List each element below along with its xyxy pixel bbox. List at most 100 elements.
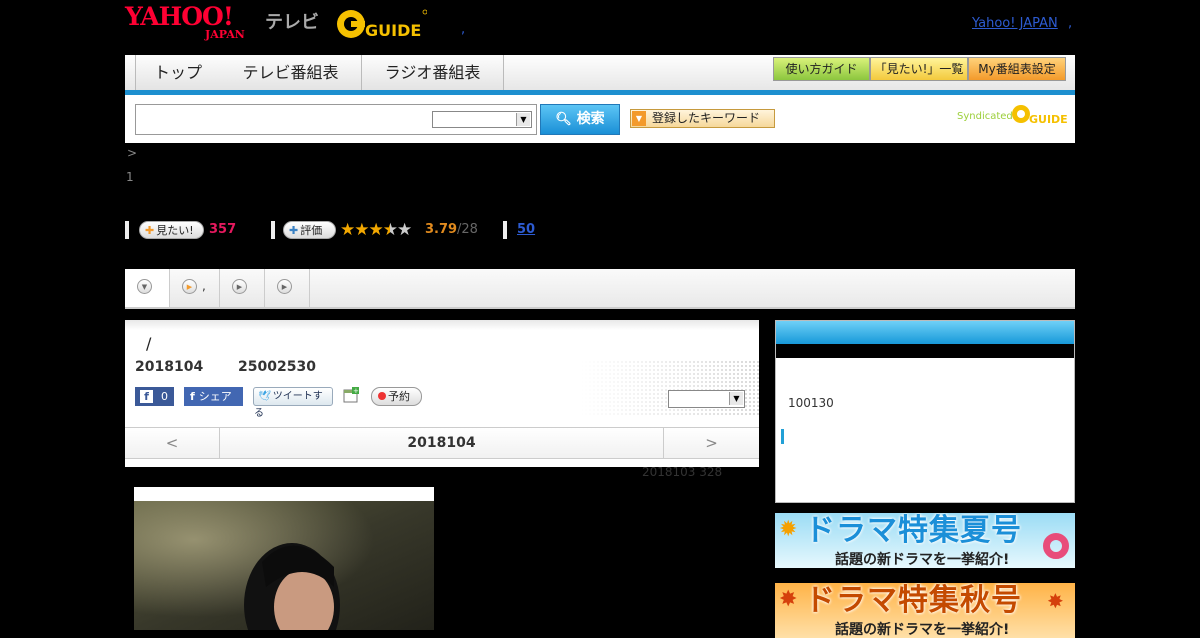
- stat-divider: [503, 221, 507, 239]
- stat-divider: [125, 221, 129, 239]
- g-guide-logo-text: GUIDE: [365, 21, 421, 40]
- facebook-icon: f: [190, 390, 195, 403]
- calendar-plus-sign: +: [353, 387, 359, 395]
- calendar-icon[interactable]: +: [343, 387, 359, 403]
- tab-3[interactable]: ▶: [220, 269, 265, 307]
- date-navigation: < 2018104 >: [125, 427, 759, 459]
- star-empty-icon: ★: [397, 220, 412, 240]
- tab-active[interactable]: ▼: [125, 269, 170, 307]
- syndicated-logo-hole: [1017, 110, 1025, 118]
- program-date: 2018104: [135, 359, 204, 375]
- want-count: 357: [209, 222, 237, 237]
- yahoo-logo-japan: JAPAN: [205, 28, 245, 41]
- tv-logo-text[interactable]: テレビ: [265, 8, 319, 34]
- tab-4[interactable]: ▶: [265, 269, 310, 307]
- search-bar: ▼ 🔍︎ 検索 ▼ 登録したキーワード Syndicated GUIDE: [125, 95, 1075, 143]
- record-dot-icon: [378, 392, 386, 400]
- main-nav-bar: トップ テレビ番組表 ラジオ番組表 使い方ガイド 「見たい!」一覧 My番組表設…: [125, 55, 1075, 95]
- want-list-button[interactable]: 「見たい!」一覧: [870, 57, 968, 81]
- saved-keywords-button[interactable]: ▼ 登録したキーワード: [630, 109, 775, 128]
- panel-top-shade: [125, 320, 759, 330]
- rating-total: /28: [457, 222, 478, 237]
- rate-button[interactable]: ✚ 評価: [283, 221, 336, 239]
- sidebar-value: 100130: [788, 396, 834, 410]
- float-ring-icon: [1043, 533, 1069, 559]
- sun-icon: ✹: [779, 517, 798, 542]
- reserve-button[interactable]: 予約: [371, 387, 422, 406]
- search-icon: 🔍︎: [555, 112, 572, 127]
- breadcrumb: >: [127, 146, 138, 160]
- play-icon: ▶: [182, 279, 197, 294]
- maple-leaf-icon: ✸: [779, 587, 798, 612]
- next-day-button[interactable]: >: [664, 428, 759, 458]
- tab-2[interactable]: ▶ ,: [170, 269, 220, 307]
- nav-tab-top[interactable]: トップ: [135, 55, 221, 90]
- aired-note: 2018103 328: [642, 465, 723, 479]
- chevron-down-icon: ▼: [729, 392, 743, 405]
- current-date: 2018104: [220, 428, 664, 458]
- plus-icon: ✚: [289, 224, 299, 237]
- maple-leaf-icon: ✸: [1047, 589, 1064, 613]
- drama-autumn-subtitle: 話題の新ドラマを一挙紹介!: [835, 622, 1010, 638]
- program-title: /: [146, 334, 152, 353]
- syndicated-text: Syndicated: [957, 111, 1013, 122]
- star-icon: ★: [340, 220, 355, 240]
- program-photo-image: [134, 487, 434, 630]
- sidebar-marker: [781, 429, 784, 444]
- program-photo: [134, 487, 434, 630]
- sidebar-header: [776, 321, 1074, 344]
- tab-2-label: ,: [202, 279, 206, 293]
- rate-label: 評価: [300, 224, 323, 237]
- facebook-share-button[interactable]: f シェア: [184, 387, 243, 406]
- drama-summer-banner[interactable]: ✹ ドラマ特集夏号 話題の新ドラマを一挙紹介!: [775, 513, 1075, 568]
- g-guide-logo[interactable]: GUIDE: [335, 7, 427, 40]
- rating-value: 3.79: [425, 222, 458, 237]
- search-button-label: 検索: [576, 111, 605, 127]
- chevron-down-icon: ▼: [632, 111, 646, 126]
- want-to-watch-button[interactable]: ✚ 見たい!: [139, 221, 204, 239]
- twitter-bird-icon: 🕊︎: [258, 391, 271, 402]
- sidebar-subheader: [776, 344, 1074, 358]
- stat-divider: [271, 221, 275, 239]
- comments-count-link[interactable]: 50: [517, 222, 535, 237]
- want-to-watch-label: 見たい!: [156, 224, 194, 237]
- my-listings-settings-button[interactable]: My番組表設定: [968, 57, 1066, 81]
- nav-tab-tv-listings[interactable]: テレビ番組表: [220, 55, 362, 90]
- search-category-select[interactable]: ▼: [432, 111, 532, 128]
- sidebar-info-box: 100130: [775, 320, 1075, 503]
- program-time: 25002530: [238, 359, 316, 375]
- facebook-like-count: 0: [161, 390, 168, 403]
- syndicated-guide-logo: GUIDE: [1012, 105, 1067, 125]
- previous-day-button[interactable]: <: [125, 428, 220, 458]
- chevron-down-icon: ▼: [516, 113, 530, 126]
- play-icon: ▶: [232, 279, 247, 294]
- reserve-label: 予約: [388, 390, 410, 403]
- usage-guide-button[interactable]: 使い方ガイド: [773, 57, 870, 81]
- program-panel: / 2018104 25002530 f0 f シェア 🕊︎ ツイートする + 予約…: [125, 320, 759, 467]
- facebook-share-label: シェア: [198, 390, 232, 403]
- facebook-icon: f: [140, 390, 153, 403]
- episode-number: 1: [126, 170, 134, 184]
- header-comma-right: ,: [1068, 16, 1073, 31]
- star-half-icon: ★: [382, 220, 398, 240]
- drama-summer-subtitle: 話題の新ドラマを一挙紹介!: [835, 552, 1010, 568]
- syndicated-logo-text: GUIDE: [1029, 113, 1067, 125]
- g-guide-logo-bar: [351, 21, 365, 27]
- search-button[interactable]: 🔍︎ 検索: [540, 104, 620, 135]
- play-icon: ▶: [277, 279, 292, 294]
- plus-icon: ✚: [145, 224, 155, 237]
- star-icon: ★: [368, 220, 384, 240]
- saved-keywords-label: 登録したキーワード: [652, 111, 761, 125]
- program-tab-strip: ▼ ▶ , ▶ ▶: [125, 269, 1075, 309]
- tweet-button[interactable]: 🕊︎ ツイートする: [253, 387, 333, 419]
- facebook-like-button[interactable]: f0: [135, 387, 174, 406]
- drama-summer-title: ドラマ特集夏号: [805, 513, 1022, 548]
- yahoo-japan-link[interactable]: Yahoo! JAPAN: [972, 16, 1058, 31]
- program-select[interactable]: ▼: [668, 390, 745, 408]
- header-comma-left: ,: [461, 22, 466, 37]
- yahoo-logo[interactable]: YAHOO!: [125, 4, 234, 29]
- chevron-down-icon: ▼: [137, 279, 152, 294]
- nav-tab-radio-listings[interactable]: ラジオ番組表: [362, 55, 504, 90]
- star-icon: ★: [354, 220, 369, 240]
- registered-mark-icon: [422, 9, 427, 15]
